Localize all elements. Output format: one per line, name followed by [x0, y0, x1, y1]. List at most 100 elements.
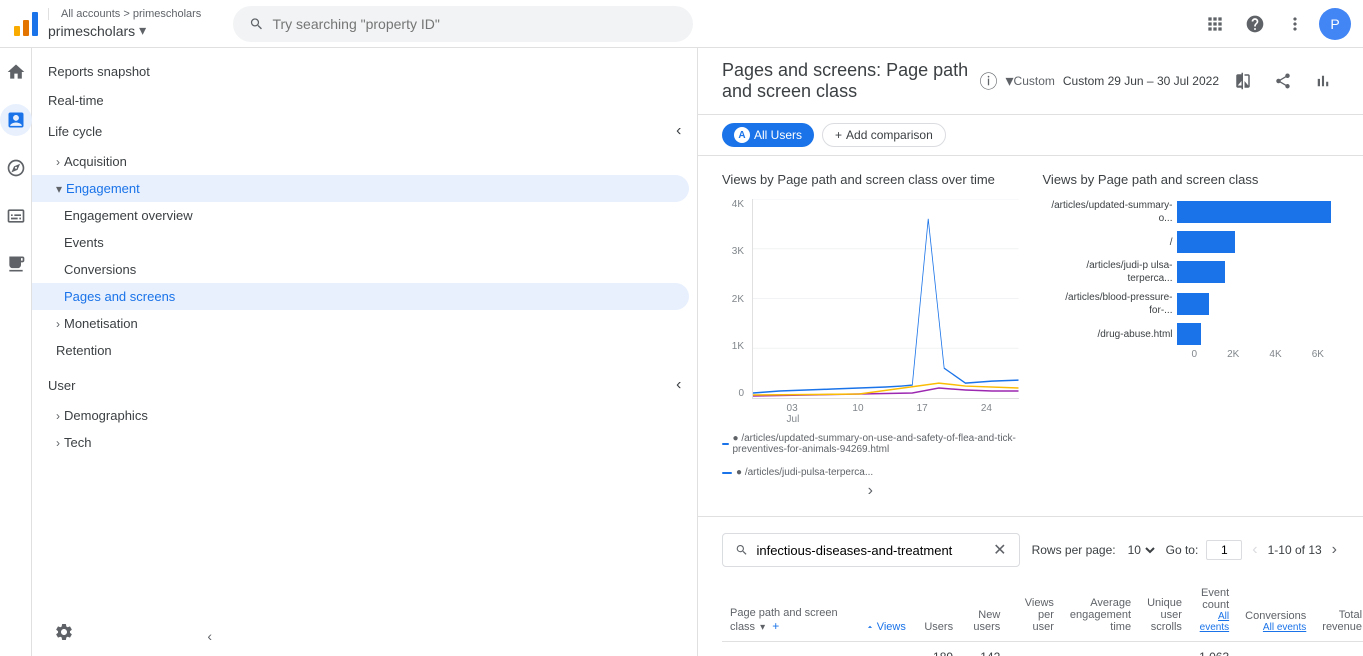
nav-configure-icon[interactable]: [0, 248, 32, 280]
col-add-button[interactable]: +: [772, 619, 779, 633]
all-users-chip[interactable]: A All Users: [722, 123, 814, 147]
help-icon[interactable]: [1239, 8, 1271, 40]
account-dropdown-icon[interactable]: ▾: [139, 22, 146, 39]
totals-avg-engagement: 0m 39s Avg -29.57%: [1062, 642, 1139, 656]
header-right: Custom Custom 29 Jun – 30 Jul 2022: [1014, 65, 1339, 97]
date-custom-label: Custom: [1014, 74, 1055, 88]
rows-per-page-select[interactable]: 10 25 50: [1124, 542, 1158, 558]
col-header-unique-scrolls[interactable]: Unique user scrolls: [1139, 579, 1190, 642]
tech-item[interactable]: › Tech: [32, 429, 689, 456]
settings-button[interactable]: [48, 616, 80, 648]
col-header-users[interactable]: Users: [914, 579, 961, 642]
legend-dot-1: [722, 443, 729, 445]
table-search-wrap[interactable]: ✕: [722, 533, 1020, 567]
col-header-conversions[interactable]: Conversions All events: [1237, 579, 1314, 642]
legend-nav-arrow[interactable]: ›: [722, 482, 1019, 500]
bar-x-labels: 0 2K 4K 6K: [1043, 349, 1340, 360]
bar-label-2: /: [1043, 237, 1173, 248]
search-clear-button[interactable]: ✕: [993, 540, 1006, 560]
info-icon[interactable]: ⓘ: [980, 68, 998, 94]
user-header[interactable]: User ›: [32, 368, 697, 402]
event-count-sub[interactable]: All events: [1198, 611, 1229, 633]
more-icon[interactable]: [1279, 8, 1311, 40]
monetisation-item[interactable]: › Monetisation: [32, 310, 689, 337]
bar-chart-rows: /articles/updated-summary-o... /: [1043, 199, 1340, 345]
analytics-title-area: All accounts > primescholars primeschola…: [48, 8, 201, 39]
totals-views: 340 0.28% of total: [857, 642, 914, 656]
engagement-arrow: ▾: [56, 182, 62, 196]
line-chart-plot: [752, 199, 1019, 399]
data-table: Page path and screen class ▾ + Views Use…: [722, 579, 1363, 656]
totals-event-count: 1,063 0.27% of total: [1190, 642, 1237, 656]
global-search[interactable]: [233, 6, 693, 42]
date-range[interactable]: Custom 29 Jun – 30 Jul 2022: [1063, 74, 1219, 88]
table-section: ✕ Rows per page: 10 25 50 Go to: ‹ 1-10 …: [698, 517, 1363, 656]
engagement-item[interactable]: ▾ Engagement: [32, 175, 689, 202]
apps-icon[interactable]: [1199, 8, 1231, 40]
lifecycle-chevron: ›: [676, 122, 681, 140]
reports-snapshot-item[interactable]: Reports snapshot: [32, 56, 697, 87]
conversions-sub[interactable]: All events: [1245, 622, 1306, 633]
col-header-views[interactable]: Views: [857, 579, 914, 642]
engagement-overview-item[interactable]: Engagement overview: [32, 202, 689, 229]
col-header-avg-engagement[interactable]: Average engagement time: [1062, 579, 1139, 642]
topbar-actions: P: [1199, 8, 1351, 40]
events-item[interactable]: Events: [32, 229, 689, 256]
lifecycle-section: Life cycle › › Acquisition ▾ Engagement …: [32, 114, 697, 364]
user-chevron: ›: [676, 376, 681, 394]
nav-explore-icon[interactable]: [0, 152, 32, 184]
acquisition-item[interactable]: › Acquisition: [32, 148, 689, 175]
collapse-sidebar-button[interactable]: ‹: [203, 624, 216, 648]
bar-row-2: /: [1043, 231, 1340, 253]
pages-screens-item[interactable]: Pages and screens: [32, 283, 689, 310]
tech-arrow: ›: [56, 436, 60, 450]
bar-label-5: /drug-abuse.html: [1043, 329, 1173, 340]
sort-icon: [865, 622, 875, 632]
retention-item[interactable]: Retention: [32, 337, 689, 364]
compare-icon[interactable]: [1227, 65, 1259, 97]
bar-container-4: [1177, 293, 1340, 315]
avatar[interactable]: P: [1319, 8, 1351, 40]
next-page-button[interactable]: ›: [1330, 539, 1339, 561]
account-name[interactable]: primescholars ▾: [48, 22, 201, 39]
demographics-item[interactable]: › Demographics: [32, 402, 689, 429]
nav-advertising-icon[interactable]: [0, 200, 32, 232]
realtime-item[interactable]: Real-time: [32, 87, 689, 114]
lifecycle-header[interactable]: Life cycle ›: [32, 114, 697, 148]
col-header-revenue[interactable]: Total revenue: [1314, 579, 1363, 642]
bar-container-5: [1177, 323, 1340, 345]
bar-fill-3: [1177, 261, 1226, 283]
goto-label: Go to:: [1166, 543, 1199, 557]
nav-home-icon[interactable]: [0, 56, 32, 88]
legend-item-2: ● /articles/judi-pulsa-terperca...: [722, 467, 873, 478]
search-input[interactable]: [272, 16, 677, 32]
bar-row-3: /articles/judi-p ulsa-terperca...: [1043, 259, 1340, 285]
y-axis-labels: 4K 3K 2K 1K 0: [722, 199, 752, 399]
conversions-item[interactable]: Conversions: [32, 256, 689, 283]
title-dropdown-icon[interactable]: ▾: [1006, 71, 1014, 91]
table-search-input[interactable]: [756, 543, 985, 558]
totals-views-per-user: 1.80 Avg +3.74%: [1008, 642, 1062, 656]
bar-fill-5: [1177, 323, 1201, 345]
totals-label: Totals: [722, 642, 857, 656]
charts-section: Views by Page path and screen class over…: [698, 156, 1363, 517]
rows-per-page-label: Rows per page:: [1032, 543, 1116, 557]
bar-fill-2: [1177, 231, 1236, 253]
share-icon[interactable]: [1267, 65, 1299, 97]
col-header-event-count[interactable]: Event count All events: [1190, 579, 1237, 642]
page-title: Pages and screens: Page path and screen …: [722, 60, 1014, 102]
col-header-views-per-user[interactable]: Views per user: [1008, 579, 1062, 642]
goto-input[interactable]: [1206, 540, 1242, 560]
bar-label-1: /articles/updated-summary-o...: [1043, 199, 1173, 225]
col-header-path[interactable]: Page path and screen class ▾ +: [722, 579, 857, 642]
add-comparison-button[interactable]: + Add comparison: [822, 123, 946, 147]
col-header-new-users[interactable]: New users: [961, 579, 1008, 642]
prev-page-button[interactable]: ‹: [1250, 539, 1259, 561]
totals-conversions: 0.00: [1237, 642, 1314, 656]
bar-container-2: [1177, 231, 1340, 253]
monetisation-arrow: ›: [56, 317, 60, 331]
page-title-area: Pages and screens: Page path and screen …: [722, 60, 1014, 102]
chart-type-icon[interactable]: [1307, 65, 1339, 97]
table-toolbar: ✕ Rows per page: 10 25 50 Go to: ‹ 1-10 …: [722, 533, 1339, 567]
nav-reports-icon[interactable]: [0, 104, 32, 136]
